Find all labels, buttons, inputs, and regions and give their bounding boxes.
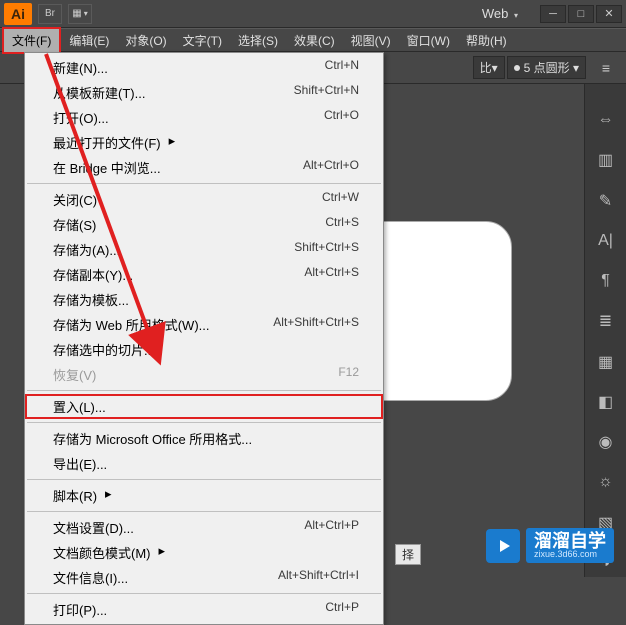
symbols-panel-icon[interactable]: ☼ <box>591 468 621 496</box>
close-button[interactable]: ✕ <box>596 5 622 23</box>
menu-entry[interactable]: 导出(E)... <box>25 451 383 476</box>
arrange-docs-icon[interactable]: ▦▾ <box>68 4 92 24</box>
menu-entry[interactable]: 在 Bridge 中浏览...Alt+Ctrl+O <box>25 155 383 180</box>
maximize-button[interactable]: □ <box>568 5 594 23</box>
workspace-selector[interactable]: Web ▾ <box>482 6 518 21</box>
menu-entry[interactable]: 存储为(A)...Shift+Ctrl+S <box>25 237 383 262</box>
menu-edit[interactable]: 编辑(E) <box>61 29 117 52</box>
minimize-button[interactable]: ─ <box>540 5 566 23</box>
pathfinder-panel-icon[interactable]: ◧ <box>591 388 621 416</box>
menu-entry[interactable]: 存储副本(Y)...Alt+Ctrl+S <box>25 262 383 287</box>
menu-entry[interactable]: 存储(S)Ctrl+S <box>25 212 383 237</box>
menu-entry[interactable]: 存储为 Web 所用格式(W)...Alt+Shift+Ctrl+S <box>25 312 383 337</box>
menu-entry[interactable]: 关闭(C)Ctrl+W <box>25 187 383 212</box>
menu-separator <box>27 183 381 184</box>
menu-entry[interactable]: 文件信息(I)...Alt+Shift+Ctrl+I <box>25 565 383 590</box>
menu-type[interactable]: 文字(T) <box>175 29 230 52</box>
stacked-bars-icon[interactable]: ≣ <box>591 307 621 335</box>
menu-separator <box>27 511 381 512</box>
watermark-url: zixue.3d66.com <box>534 550 606 559</box>
menu-separator <box>27 390 381 391</box>
menu-file[interactable]: 文件(F) <box>2 27 61 54</box>
brush-panel-icon[interactable]: ✎ <box>591 187 621 215</box>
menu-help[interactable]: 帮助(H) <box>458 29 515 52</box>
watermark: 溜溜自学 zixue.3d66.com <box>486 528 614 563</box>
menu-entry[interactable]: 从模板新建(T)...Shift+Ctrl+N <box>25 80 383 105</box>
menu-entry[interactable]: 文档颜色模式(M) <box>25 540 383 565</box>
menu-entry[interactable]: 最近打开的文件(F) <box>25 130 383 155</box>
menu-entry[interactable]: 存储为模板... <box>25 287 383 312</box>
menu-separator <box>27 422 381 423</box>
menu-window[interactable]: 窗口(W) <box>399 29 458 52</box>
menu-entry: 恢复(V)F12 <box>25 362 383 387</box>
menu-entry[interactable]: 打开(O)...Ctrl+O <box>25 105 383 130</box>
app-logo: Ai <box>4 3 32 25</box>
paragraph-panel-icon[interactable]: ¶ <box>591 267 621 295</box>
bridge-icon[interactable]: Br <box>38 4 62 24</box>
watermark-title: 溜溜自学 <box>534 532 606 550</box>
swatches-panel-icon[interactable]: ▦ <box>591 348 621 376</box>
menu-object[interactable]: 对象(O) <box>117 29 174 52</box>
menu-separator <box>27 479 381 480</box>
type-panel-icon[interactable]: A| <box>591 227 621 255</box>
dot-icon <box>514 65 520 71</box>
menu-entry[interactable]: 存储为 Microsoft Office 所用格式... <box>25 426 383 451</box>
layers-panel-icon[interactable]: ▥ <box>591 146 621 174</box>
appearance-panel-icon[interactable]: ◉ <box>591 428 621 456</box>
right-dock: ⇔ ▥ ✎ A| ¶ ≣ ▦ ◧ ◉ ☼ ▧ ◑ <box>584 84 626 577</box>
file-menu-dropdown: 新建(N)...Ctrl+N从模板新建(T)...Shift+Ctrl+N打开(… <box>24 52 384 625</box>
menu-separator <box>27 593 381 594</box>
menu-entry[interactable]: 脚本(R) <box>25 483 383 508</box>
watermark-icon <box>486 529 520 563</box>
menu-entry[interactable]: 新建(N)...Ctrl+N <box>25 55 383 80</box>
menu-select[interactable]: 选择(S) <box>230 29 286 52</box>
shape-selector[interactable]: 5 点圆形 ▾ <box>507 56 586 79</box>
menu-entry[interactable]: 文档设置(D)...Alt+Ctrl+P <box>25 515 383 540</box>
link-panel-icon[interactable]: ⇔ <box>591 106 621 134</box>
menubar: 文件(F) 编辑(E) 对象(O) 文字(T) 选择(S) 效果(C) 视图(V… <box>0 28 626 52</box>
menu-view[interactable]: 视图(V) <box>343 29 399 52</box>
menu-entry[interactable]: 存储选中的切片... <box>25 337 383 362</box>
status-fragment: 择 <box>395 544 421 565</box>
menu-effect[interactable]: 效果(C) <box>286 29 343 52</box>
scale-fragment[interactable]: 比 ▾ <box>473 56 505 79</box>
menu-entry[interactable]: 置入(L)... <box>25 394 383 419</box>
options-menu-icon[interactable]: ≡ <box>594 60 618 76</box>
menu-entry[interactable]: 打印(P)...Ctrl+P <box>25 597 383 622</box>
